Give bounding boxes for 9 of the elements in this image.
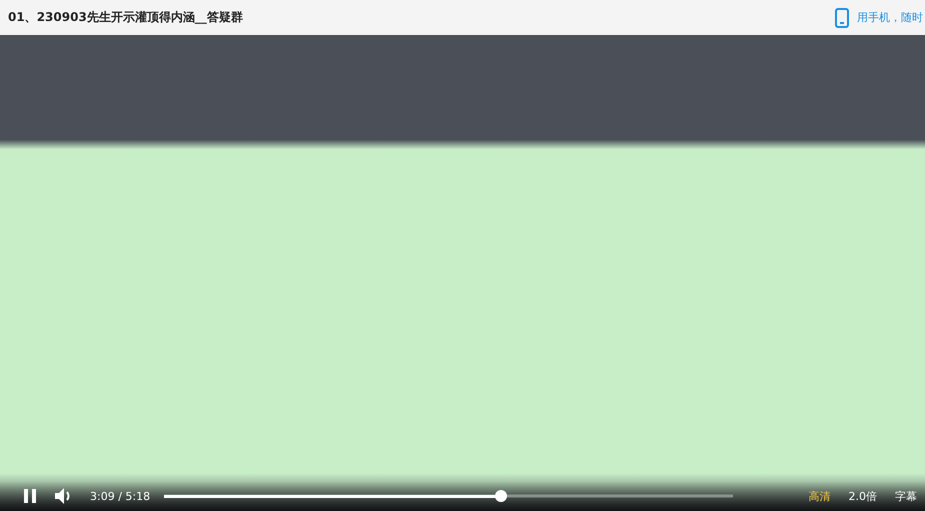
speed-button[interactable]: 2.0倍: [846, 486, 879, 506]
playback-time: 3:09 / 5:18: [90, 490, 150, 502]
phone-icon: [835, 8, 849, 28]
quality-button[interactable]: 高清: [806, 486, 832, 506]
video-title: 01、230903先生开示灌顶得内涵__答疑群: [8, 9, 243, 26]
progress-handle[interactable]: [494, 490, 507, 502]
pause-button[interactable]: [22, 487, 38, 505]
subtitles-button[interactable]: 字幕: [893, 486, 919, 506]
pause-icon: [24, 489, 36, 503]
